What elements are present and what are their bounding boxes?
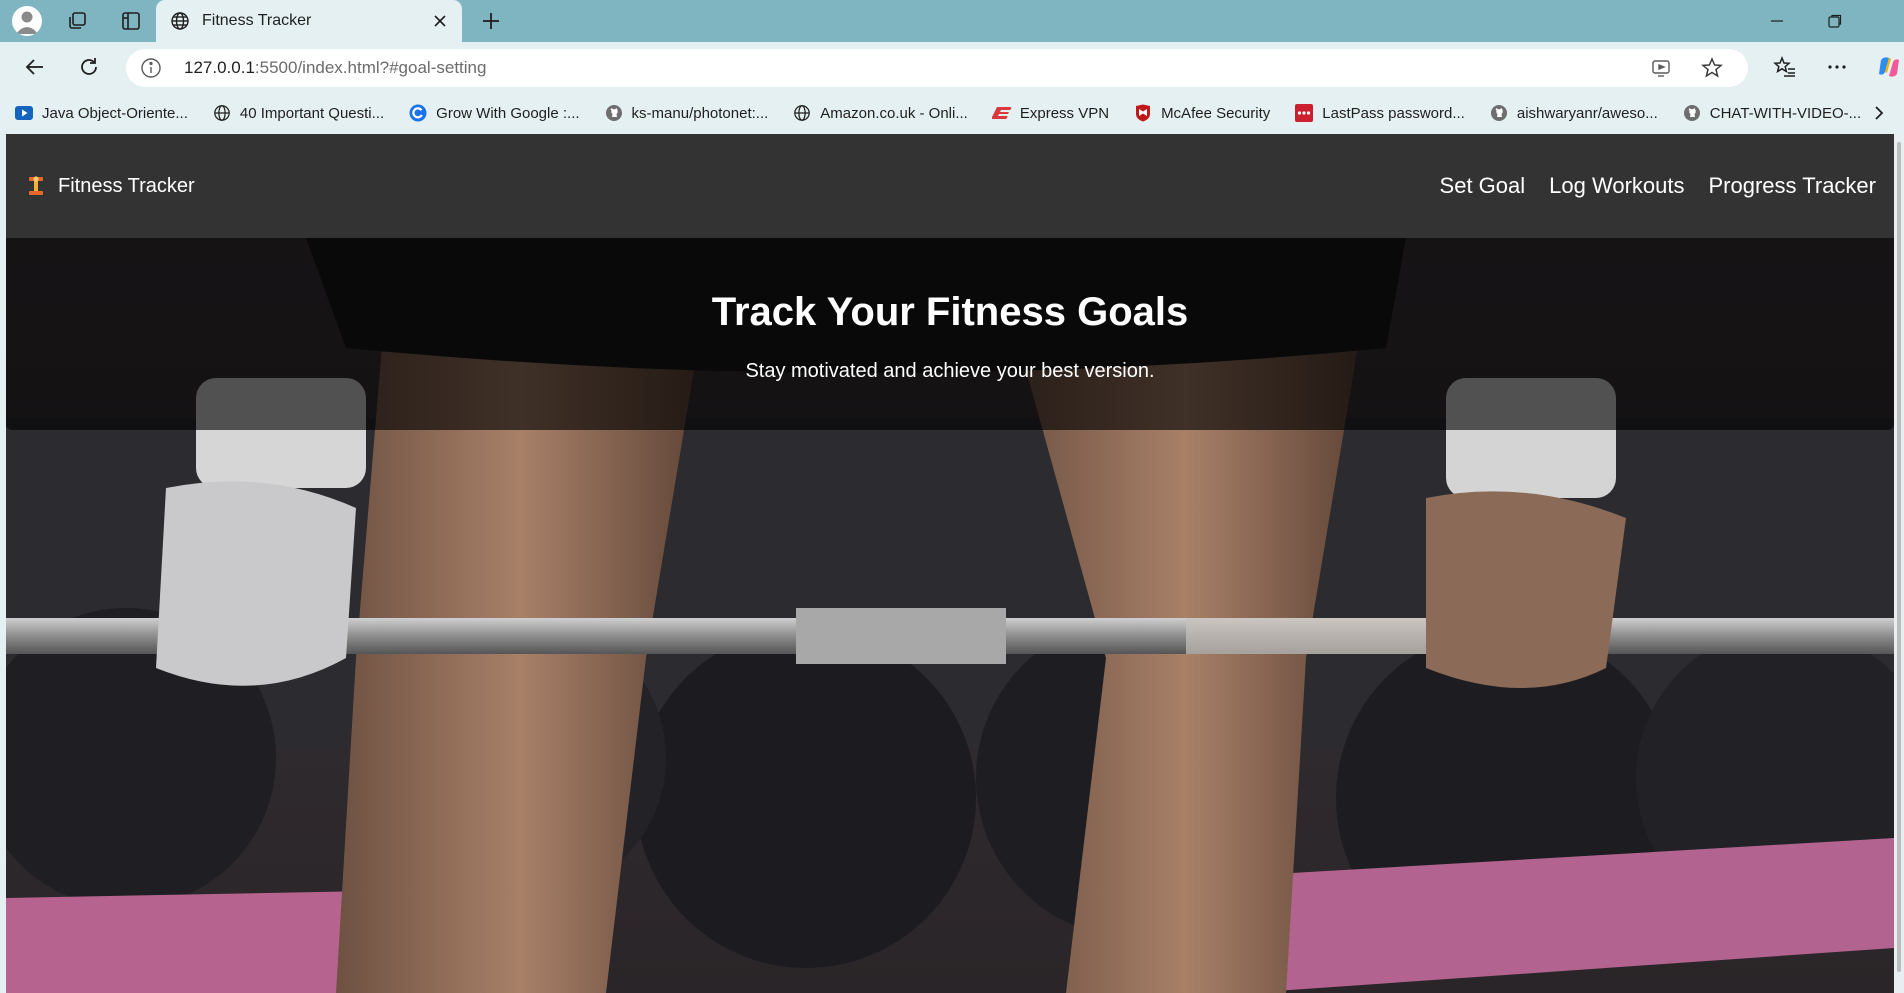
bookmark-item[interactable]: ks-manu/photonet:... — [604, 97, 781, 129]
globe-icon — [792, 103, 812, 123]
hero-subtitle: Stay motivated and achieve your best ver… — [745, 360, 1155, 382]
favorite-star-icon[interactable] — [1700, 56, 1724, 80]
nav-link-progress-tracker[interactable]: Progress Tracker — [1709, 173, 1877, 199]
bookmark-label: CHAT-WITH-VIDEO-... — [1709, 104, 1862, 122]
bookmark-label: Amazon.co.uk - Onli... — [820, 104, 968, 122]
dumbbell-emoji-icon — [26, 175, 46, 197]
site-info-icon[interactable] — [140, 57, 162, 79]
nav-link-log-workouts[interactable]: Log Workouts — [1549, 173, 1684, 199]
url-path: :5500/index.html?#goal-setting — [254, 58, 487, 77]
chevron-right-icon[interactable] — [1864, 98, 1894, 128]
globe-icon — [212, 103, 232, 123]
bookmark-label: Java Object-Oriente... — [42, 104, 188, 122]
app-available-icon[interactable] — [1650, 57, 1672, 79]
brand[interactable]: Fitness Tracker — [26, 134, 195, 238]
github-icon — [1682, 103, 1702, 123]
lastpass-icon — [1294, 103, 1314, 123]
bookmark-item[interactable]: McAfee Security — [1133, 97, 1282, 129]
bookmark-label: Express VPN — [1019, 104, 1110, 122]
web-page: Fitness Tracker Set Goal Log Workouts Pr… — [6, 134, 1894, 993]
scrollbar-thumb[interactable] — [1897, 142, 1901, 972]
bookmark-item[interactable]: aishwaryanr/aweso... — [1489, 97, 1670, 129]
back-arrow-icon[interactable] — [18, 51, 52, 83]
bookmark-label: 40 Important Questi... — [239, 104, 385, 122]
vertical-tabs-icon[interactable] — [116, 7, 146, 35]
hero-title: Track Your Fitness Goals — [711, 290, 1189, 334]
active-tab[interactable]: Fitness Tracker — [156, 0, 462, 42]
new-tab-plus-icon[interactable] — [474, 6, 508, 36]
url-host: 127.0.0.1 — [184, 58, 255, 77]
bookmarks-bar: Java Object-Oriente... 40 Important Ques… — [0, 92, 1904, 134]
hero-banner: Track Your Fitness Goals Stay motivated … — [6, 238, 1894, 430]
bookmarks-list: Java Object-Oriente... 40 Important Ques… — [14, 92, 1885, 134]
bookmark-item[interactable]: CHAT-WITH-VIDEO-... — [1682, 97, 1873, 129]
close-tab-icon[interactable] — [426, 7, 454, 35]
expressvpn-icon — [991, 103, 1012, 123]
bookmark-item[interactable]: 40 Important Questi... — [212, 97, 396, 129]
url-text: 127.0.0.1:5500/index.html?#goal-setting — [184, 49, 486, 87]
reload-icon[interactable] — [72, 51, 106, 83]
bookmark-label: ks-manu/photonet:... — [631, 104, 769, 122]
browser-toolbar: 127.0.0.1:5500/index.html?#goal-setting — [0, 42, 1904, 92]
favorites-list-icon[interactable] — [1770, 52, 1800, 82]
brand-name: Fitness Tracker — [58, 174, 195, 197]
youtube-icon — [14, 103, 34, 123]
hero-section: Track Your Fitness Goals Stay motivated … — [6, 238, 1894, 993]
bookmark-item[interactable]: LastPass password... — [1294, 97, 1477, 129]
bookmark-label: LastPass password... — [1322, 104, 1465, 122]
bookmark-item[interactable]: Amazon.co.uk - Onli... — [792, 97, 980, 129]
minimize-window-icon[interactable] — [1748, 0, 1806, 42]
bookmark-item[interactable]: Express VPN — [991, 97, 1121, 129]
bookmark-label: McAfee Security — [1161, 104, 1271, 122]
address-bar[interactable]: 127.0.0.1:5500/index.html?#goal-setting — [126, 49, 1748, 87]
restore-window-icon[interactable] — [1806, 0, 1864, 42]
nav-links: Set Goal Log Workouts Progress Tracker — [1416, 134, 1876, 238]
copilot-icon[interactable] — [1874, 52, 1904, 82]
nav-link-set-goal[interactable]: Set Goal — [1440, 173, 1526, 199]
google-icon — [408, 103, 428, 123]
github-icon — [1489, 103, 1509, 123]
globe-icon — [170, 11, 190, 31]
site-navbar: Fitness Tracker Set Goal Log Workouts Pr… — [6, 134, 1894, 238]
mcafee-icon — [1133, 103, 1153, 123]
bookmark-item[interactable]: Grow With Google :... — [408, 97, 591, 129]
bookmark-label: Grow With Google :... — [436, 104, 580, 122]
bookmark-label: aishwaryanr/aweso... — [1516, 104, 1658, 122]
profile-avatar-icon[interactable] — [8, 5, 46, 37]
github-icon — [604, 103, 624, 123]
more-options-icon[interactable] — [1822, 52, 1852, 82]
workspaces-icon[interactable] — [62, 7, 92, 35]
browser-tabstrip: Fitness Tracker — [0, 0, 1904, 42]
bookmark-item[interactable]: Java Object-Oriente... — [14, 97, 200, 129]
page-viewport: Fitness Tracker Set Goal Log Workouts Pr… — [0, 134, 1904, 993]
tab-title: Fitness Tracker — [202, 12, 312, 29]
